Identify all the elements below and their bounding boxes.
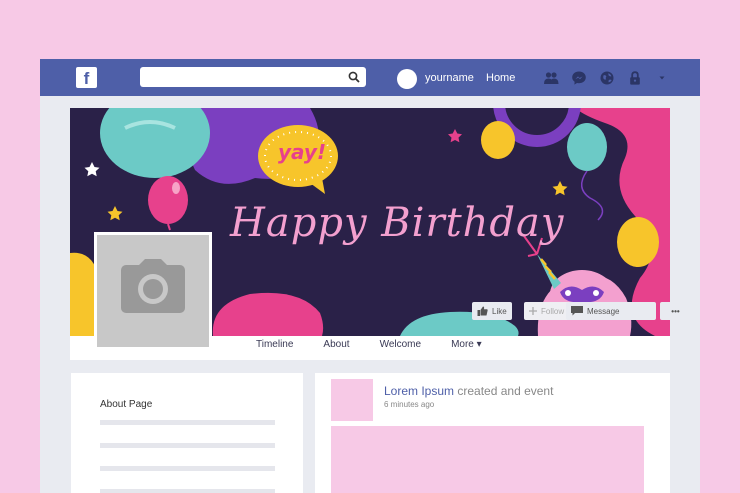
post-image[interactable] [331,426,644,493]
globe-icon[interactable] [599,70,615,86]
tab-welcome[interactable]: Welcome [380,339,422,350]
placeholder-line [100,420,275,425]
about-card: About Page [71,373,303,493]
tab-timeline[interactable]: Timeline [256,339,293,350]
post-card: Lorem Ipsum created and event 6 minutes … [315,373,670,493]
message-icon [571,306,583,316]
top-navigation-bar: f yourname Home [40,59,700,96]
chevron-down-icon[interactable] [654,70,670,86]
placeholder-line [100,489,275,493]
post-author-link[interactable]: Lorem Ipsum [384,384,454,398]
profile-tabs: Timeline About Welcome More ▾ [256,339,512,350]
yay-bubble-text: yay! [278,140,327,164]
follow-label: Follow [541,306,565,316]
thumbs-up-icon [477,306,488,316]
plus-icon [529,307,537,315]
cover-title: Happy Birthday [230,200,565,246]
post-author-avatar[interactable] [331,379,373,421]
post-headline: Lorem Ipsum created and event [384,384,553,398]
profile-picture[interactable] [94,232,212,350]
tab-about[interactable]: About [323,339,349,350]
browser-window: f yourname Home yay! Happy Birthday Like… [40,59,700,493]
follow-button[interactable]: Follow [524,302,570,320]
like-label: Like [492,306,507,316]
facebook-logo-icon[interactable]: f [76,67,97,88]
search-icon[interactable] [347,70,361,84]
username-link[interactable]: yourname [425,72,474,84]
like-button[interactable]: Like [472,302,512,320]
placeholder-line [100,443,275,448]
user-avatar[interactable] [397,69,417,89]
friends-icon[interactable] [543,70,559,86]
messenger-icon[interactable] [571,70,587,86]
placeholder-line [100,466,275,471]
tab-more[interactable]: More ▾ [451,339,482,350]
about-title: About Page [100,399,153,410]
more-options-button[interactable]: ••• [660,302,691,320]
message-label: Message [587,306,620,316]
home-link[interactable]: Home [486,72,515,84]
message-button[interactable]: Message [566,302,656,320]
lock-icon[interactable] [627,70,643,86]
more-options-label: ••• [671,306,680,316]
post-action-text: created and event [454,384,554,398]
post-timestamp[interactable]: 6 minutes ago [384,400,434,409]
profile-cover-card: yay! Happy Birthday Like Follow Message … [70,108,691,360]
camera-icon [121,259,185,313]
search-input[interactable] [140,67,366,87]
